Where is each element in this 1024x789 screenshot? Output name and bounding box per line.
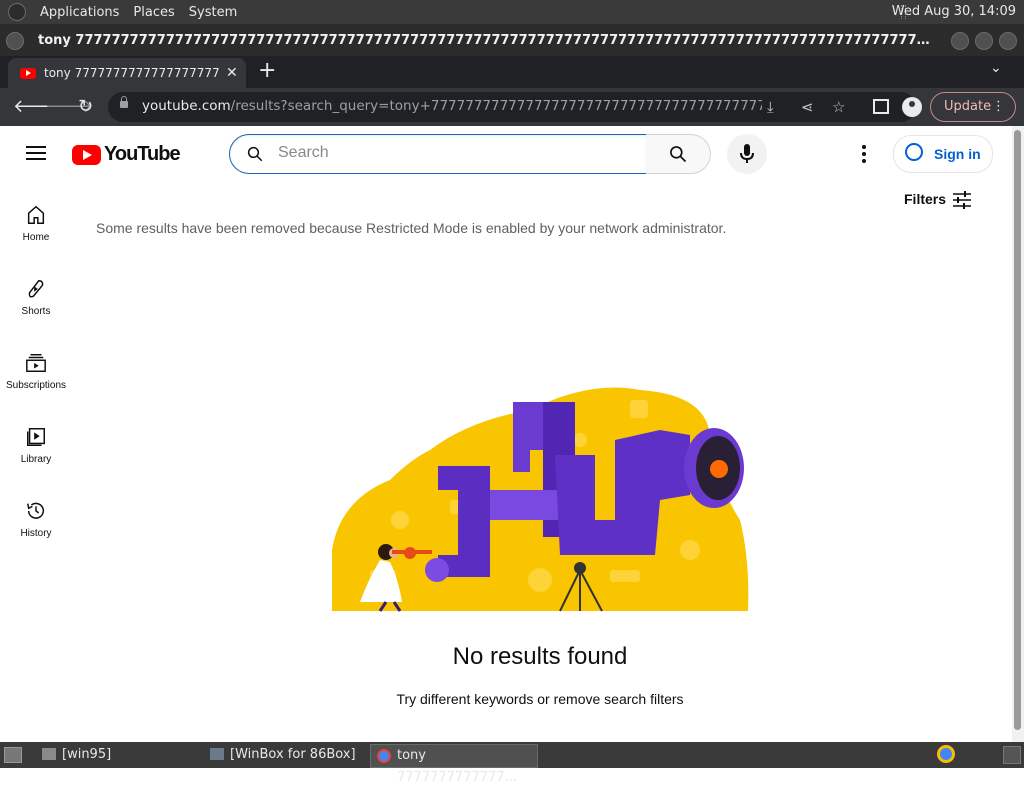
voice-search-button[interactable] — [727, 134, 767, 174]
close-window-icon[interactable] — [999, 32, 1017, 50]
library-icon — [27, 428, 45, 446]
browser-toolbar: 🡐 🡒 ↻ youtube.com/results?search_query=t… — [0, 88, 1024, 126]
minimize-icon[interactable] — [951, 32, 969, 50]
tab-title: tony 7777777777777777777777777 — [44, 66, 220, 80]
guide-home-label: Home — [22, 232, 50, 243]
no-results-illustration — [332, 387, 749, 612]
tab-close-icon[interactable]: ✕ — [226, 65, 238, 81]
chrome-icon — [377, 749, 391, 763]
microphone-icon — [740, 144, 754, 163]
taskbar-item-browser[interactable]: tony 7777777777777... — [370, 744, 538, 785]
install-icon[interactable]: ⤓ — [767, 98, 774, 116]
menu-applications[interactable]: Applications — [40, 5, 119, 20]
maximize-icon[interactable] — [975, 32, 993, 50]
search-box[interactable] — [229, 134, 647, 174]
shorts-icon — [28, 280, 44, 298]
restricted-mode-notice: Some results have been removed because R… — [96, 220, 727, 236]
guide-subscriptions[interactable]: Subscriptions — [0, 352, 72, 391]
youtube-logo[interactable]: YouTube — [72, 143, 181, 166]
guide-shorts[interactable]: Shorts — [0, 278, 72, 317]
tab-search-chevron-icon[interactable]: ⌄ — [990, 60, 1002, 76]
tab-strip: tony 7777777777777777777777777 ✕ — [0, 56, 1024, 88]
filters-button[interactable]: Filters — [904, 191, 946, 207]
update-label: Update — [944, 99, 992, 114]
youtube-wordmark: YouTube — [104, 143, 181, 165]
chrome-tray-icon[interactable] — [937, 745, 955, 763]
new-tab-button[interactable]: + — [258, 58, 276, 84]
show-desktop-icon[interactable] — [4, 747, 22, 763]
search-input-icon — [247, 146, 263, 162]
browser-tab[interactable]: tony 7777777777777777777777777 ✕ — [8, 58, 246, 88]
no-results-title: No results found — [452, 643, 628, 670]
sign-in-button[interactable]: Sign in — [893, 135, 993, 173]
window-titlebar[interactable]: tony 77777777777777777777777777777777777… — [0, 24, 1024, 56]
reload-button[interactable]: ↻ — [78, 97, 93, 117]
folder-icon — [42, 748, 56, 760]
window-title: tony 77777777777777777777777777777777777… — [38, 32, 938, 48]
chrome-menu-icon[interactable]: ⋮ — [992, 93, 1005, 121]
url-text[interactable]: youtube.com/results?search_query=tony+77… — [142, 98, 762, 114]
sign-in-label: Sign in — [934, 146, 981, 162]
profile-avatar-icon[interactable] — [902, 97, 922, 117]
clock[interactable]: Wed Aug 30, 14:09 — [892, 4, 1016, 19]
home-icon — [27, 205, 45, 224]
history-icon — [27, 502, 44, 519]
subscriptions-icon — [26, 354, 46, 372]
side-panel-icon[interactable] — [873, 99, 889, 114]
address-bar[interactable]: youtube.com/results?search_query=tony+77… — [108, 92, 916, 122]
menu-places[interactable]: Places — [133, 5, 174, 20]
filters-sliders-icon[interactable] — [952, 189, 972, 209]
share-icon[interactable]: ⋖ — [801, 98, 814, 116]
guide-library[interactable]: Library — [0, 426, 72, 465]
window-app-icon — [210, 748, 224, 760]
search-button[interactable] — [646, 134, 711, 174]
guide-history[interactable]: History — [0, 500, 72, 539]
bottom-taskbar: [win95] [WinBox for 86Box] tony 77777777… — [0, 742, 1024, 785]
settings-kebab-icon[interactable] — [862, 145, 866, 166]
gnome-foot-icon[interactable] — [8, 3, 26, 21]
youtube-favicon-icon — [20, 67, 36, 79]
guide-history-label: History — [20, 528, 52, 539]
taskbar-item-win95[interactable]: [win95] — [36, 744, 222, 766]
window-menu-icon[interactable] — [6, 32, 24, 50]
menu-system[interactable]: System — [189, 5, 237, 20]
search-icon — [670, 146, 687, 163]
top-panel: Applications Places System Wed Aug 30, 1… — [0, 0, 1024, 24]
workspace-switcher-icon[interactable] — [1003, 746, 1021, 764]
bookmark-star-icon[interactable]: ☆ — [832, 98, 845, 116]
taskbar-item-winbox[interactable]: [WinBox for 86Box] — [204, 744, 390, 766]
update-button[interactable]: Update ⋮ — [930, 92, 1016, 122]
scrollbar-thumb[interactable] — [1014, 130, 1021, 730]
url-host: youtube.com — [142, 98, 231, 114]
no-results-hint: Try different keywords or remove search … — [396, 691, 684, 707]
guide-library-label: Library — [20, 454, 52, 465]
account-circle-icon — [905, 143, 923, 161]
taskbar-item-label: [win95] — [62, 747, 112, 762]
guide-menu-icon[interactable] — [26, 146, 46, 160]
guide-subscriptions-label: Subscriptions — [5, 380, 67, 391]
guide-home[interactable]: Home — [0, 204, 72, 243]
taskbar-item-label: tony 7777777777777... — [397, 748, 517, 785]
taskbar-item-label: [WinBox for 86Box] — [230, 747, 356, 762]
lock-icon[interactable] — [120, 96, 128, 108]
url-path: /results?search_query=tony+7777777777777… — [230, 98, 762, 114]
guide-shorts-label: Shorts — [21, 306, 51, 317]
search-input[interactable] — [276, 143, 630, 163]
youtube-play-icon — [72, 144, 101, 165]
